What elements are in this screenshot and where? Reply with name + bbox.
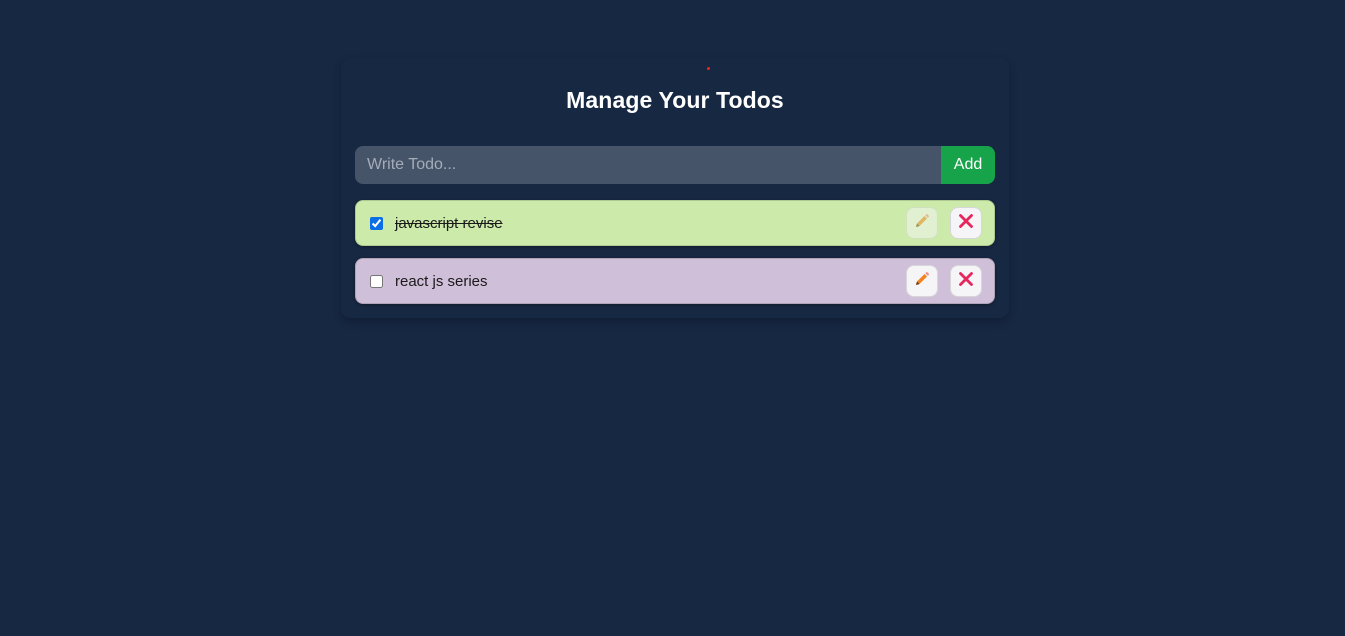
edit-button[interactable] xyxy=(906,265,938,297)
delete-button[interactable] xyxy=(950,207,982,239)
pencil-icon xyxy=(914,271,930,292)
pencil-icon xyxy=(914,213,930,234)
add-button[interactable]: Add xyxy=(941,146,995,184)
page-title: Manage Your Todos xyxy=(566,87,784,113)
edit-button[interactable] xyxy=(906,207,938,239)
add-todo-form: Add xyxy=(355,146,995,184)
red-dot xyxy=(707,67,710,70)
todo-text[interactable]: javascript revise xyxy=(395,215,894,232)
todo-item: react js series xyxy=(355,258,995,304)
delete-button[interactable] xyxy=(950,265,982,297)
close-icon xyxy=(958,271,974,292)
todo-list: javascript revise react js series xyxy=(355,200,995,316)
todo-complete-checkbox[interactable] xyxy=(370,216,383,230)
todo-complete-checkbox[interactable] xyxy=(370,274,383,288)
todo-app-card: Manage Your Todos Add javascript revise xyxy=(341,58,1009,318)
close-icon xyxy=(958,213,974,234)
todo-item: javascript revise xyxy=(355,200,995,246)
todo-input[interactable] xyxy=(355,146,941,184)
todo-text[interactable]: react js series xyxy=(395,273,894,290)
